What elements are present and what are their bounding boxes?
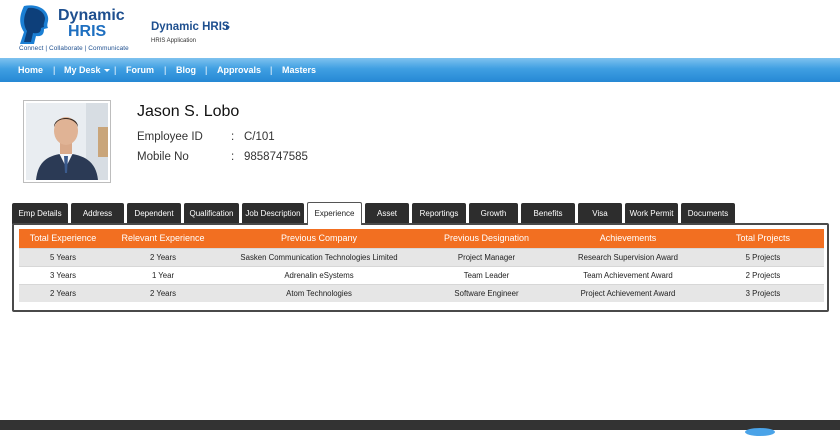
nav-separator: | bbox=[114, 65, 117, 75]
table-cell: 5 Years bbox=[49, 253, 76, 262]
page-footer bbox=[0, 420, 840, 430]
tab-address[interactable]: Address bbox=[71, 203, 124, 224]
tab-benefits[interactable]: Benefits bbox=[521, 203, 575, 224]
tab-emp-details[interactable]: Emp Details bbox=[12, 203, 68, 224]
mobile-value: 9858747585 bbox=[244, 151, 308, 163]
table-cell: Project Achievement Award bbox=[580, 289, 676, 298]
table-row: 2 Years 2 Years Atom Technologies Softwa… bbox=[19, 284, 824, 302]
triangle-right-icon[interactable] bbox=[226, 24, 230, 30]
table-cell: 2 Years bbox=[49, 289, 76, 298]
column-header: Achievements bbox=[599, 233, 657, 243]
tab-growth[interactable]: Growth bbox=[469, 203, 518, 224]
table-cell: 5 Projects bbox=[745, 253, 781, 262]
tab-work-permit[interactable]: Work Permit bbox=[625, 203, 678, 224]
table-cell: Team Achievement Award bbox=[583, 271, 673, 280]
table-cell: Research Supervision Award bbox=[578, 253, 678, 262]
nav-approvals[interactable]: Approvals bbox=[217, 58, 261, 82]
nav-separator: | bbox=[164, 65, 167, 75]
employee-photo-frame bbox=[23, 100, 111, 183]
app-header: Dynamic HRIS Connect | Collaborate | Com… bbox=[0, 0, 840, 58]
logo-tagline: Connect | Collaborate | Communicate bbox=[19, 45, 129, 52]
mobile-colon: : bbox=[231, 151, 235, 163]
nav-masters[interactable]: Masters bbox=[282, 58, 316, 82]
table-cell: Team Leader bbox=[463, 271, 510, 280]
table-cell: 3 Projects bbox=[745, 289, 781, 298]
tab-experience[interactable]: Experience bbox=[307, 202, 362, 225]
employee-id-colon: : bbox=[231, 131, 235, 143]
employee-name: Jason S. Lobo bbox=[137, 103, 240, 120]
tab-asset[interactable]: Asset bbox=[365, 203, 409, 224]
nav-home[interactable]: Home bbox=[18, 58, 43, 82]
employee-id-label: Employee ID bbox=[137, 131, 203, 143]
column-header: Relevant Experience bbox=[121, 233, 205, 243]
column-header: Previous Company bbox=[280, 233, 358, 243]
head-profile-icon bbox=[20, 5, 49, 44]
footer-decoration bbox=[745, 428, 775, 436]
tab-qualification[interactable]: Qualification bbox=[184, 203, 239, 224]
table-cell: Atom Technologies bbox=[286, 289, 352, 298]
table-row: 3 Years 1 Year Adrenalin eSystems Team L… bbox=[19, 266, 824, 284]
nav-my-desk[interactable]: My Desk bbox=[64, 58, 110, 82]
nav-my-desk-label: My Desk bbox=[64, 65, 101, 75]
caret-down-icon bbox=[103, 69, 110, 73]
person-photo-icon bbox=[26, 103, 108, 180]
employee-id-value: C/101 bbox=[244, 131, 275, 143]
table-cell: 2 Years bbox=[149, 289, 176, 298]
tab-dependent[interactable]: Dependent bbox=[127, 203, 181, 224]
table-cell: 2 Years bbox=[149, 253, 176, 262]
logo-title: Dynamic bbox=[58, 7, 125, 24]
mobile-label: Mobile No bbox=[137, 151, 189, 163]
table-cell: Software Engineer bbox=[454, 289, 519, 298]
nav-separator: | bbox=[205, 65, 208, 75]
nav-separator: | bbox=[53, 65, 56, 75]
table-cell: 1 Year bbox=[151, 271, 175, 280]
table-cell: Project Manager bbox=[457, 253, 516, 262]
tab-visa[interactable]: Visa bbox=[578, 203, 622, 224]
experience-table: Total Experience Relevant Experience Pre… bbox=[19, 229, 824, 302]
experience-panel: Total Experience Relevant Experience Pre… bbox=[12, 223, 829, 312]
tab-job-description[interactable]: Job Description bbox=[242, 203, 304, 224]
employee-photo bbox=[26, 103, 108, 180]
main-nav: Home | My Desk | Forum | Blog | Approval… bbox=[0, 58, 840, 82]
column-header: Previous Designation bbox=[443, 233, 530, 243]
table-cell: 3 Years bbox=[49, 271, 76, 280]
column-header: Total Experience bbox=[29, 233, 97, 243]
column-header: Total Projects bbox=[735, 233, 791, 243]
tab-documents[interactable]: Documents bbox=[681, 203, 735, 224]
tab-reportings[interactable]: Reportings bbox=[412, 203, 466, 224]
table-cell: Sasken Communication Technologies Limite… bbox=[240, 253, 398, 262]
nav-separator: | bbox=[270, 65, 273, 75]
logo-subtitle: HRIS bbox=[68, 23, 107, 40]
nav-forum[interactable]: Forum bbox=[126, 58, 154, 82]
company-logo[interactable]: Dynamic HRIS Connect | Collaborate | Com… bbox=[18, 4, 130, 54]
table-header-row: Total Experience Relevant Experience Pre… bbox=[19, 229, 824, 248]
table-cell: Adrenalin eSystems bbox=[284, 271, 354, 280]
app-name[interactable]: Dynamic HRIS bbox=[151, 21, 230, 33]
nav-blog[interactable]: Blog bbox=[176, 58, 196, 82]
table-row: 5 Years 2 Years Sasken Communication Tec… bbox=[19, 248, 824, 266]
app-subtitle: HRIS Application bbox=[151, 38, 197, 44]
table-cell: 2 Projects bbox=[745, 271, 781, 280]
